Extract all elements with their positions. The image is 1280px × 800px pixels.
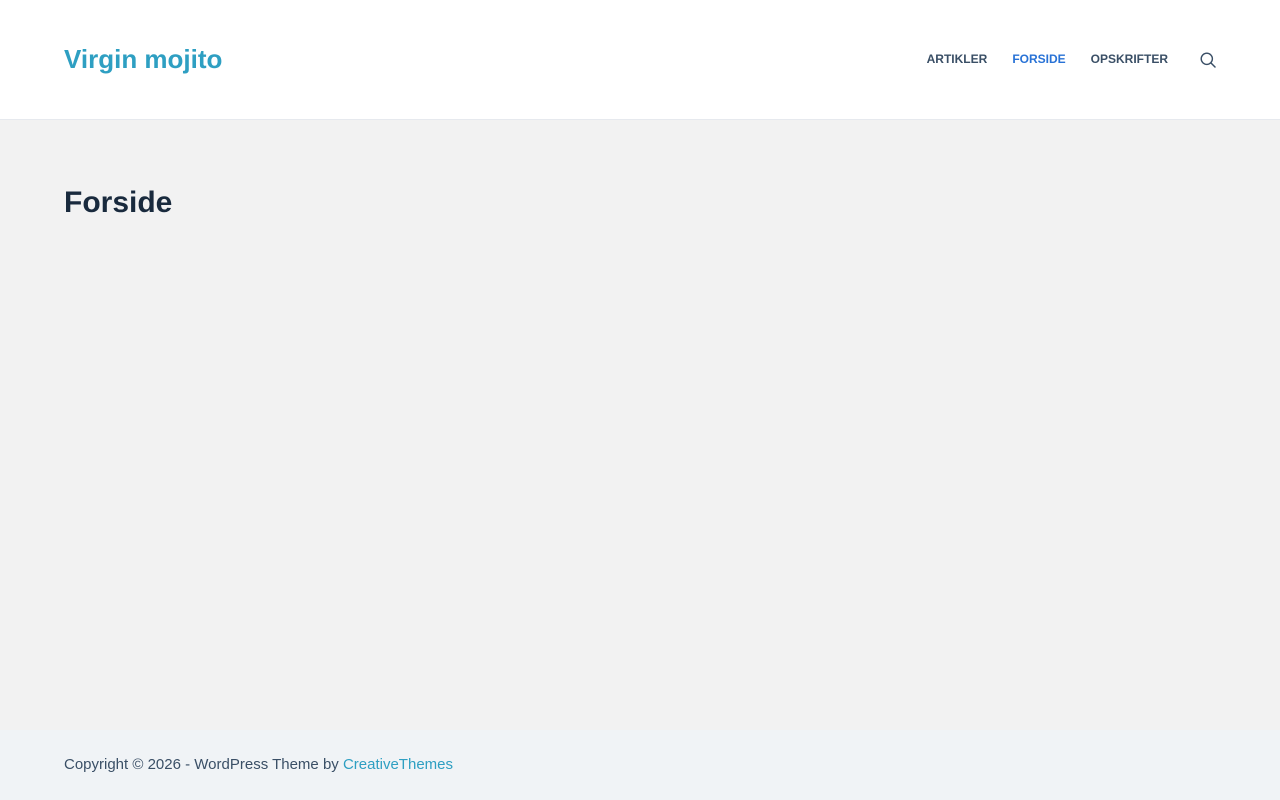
nav-item-forside[interactable]: FORSIDE (1012, 51, 1065, 67)
creativethemes-link[interactable]: CreativeThemes (343, 756, 453, 773)
site-footer: Copyright © 2026 - WordPress Theme by Cr… (0, 730, 1280, 800)
site-header: Virgin mojito ARTIKLER FORSIDE OPSKRIFTE… (0, 0, 1280, 120)
copyright-text: Copyright © 2026 - WordPress Theme by (64, 756, 343, 773)
main-content: Forside (0, 121, 1280, 730)
nav-item-opskrifter[interactable]: OPSKRIFTER (1091, 51, 1168, 67)
main-nav: ARTIKLER FORSIDE OPSKRIFTER (902, 51, 1168, 67)
page-title: Forside (64, 186, 173, 219)
search-icon (1200, 52, 1216, 68)
search-button[interactable] (1199, 51, 1217, 69)
nav-item-artikler[interactable]: ARTIKLER (927, 51, 988, 67)
footer-copyright: Copyright © 2026 - WordPress Theme by Cr… (64, 756, 453, 774)
site-title-link[interactable]: Virgin mojito (64, 44, 222, 74)
